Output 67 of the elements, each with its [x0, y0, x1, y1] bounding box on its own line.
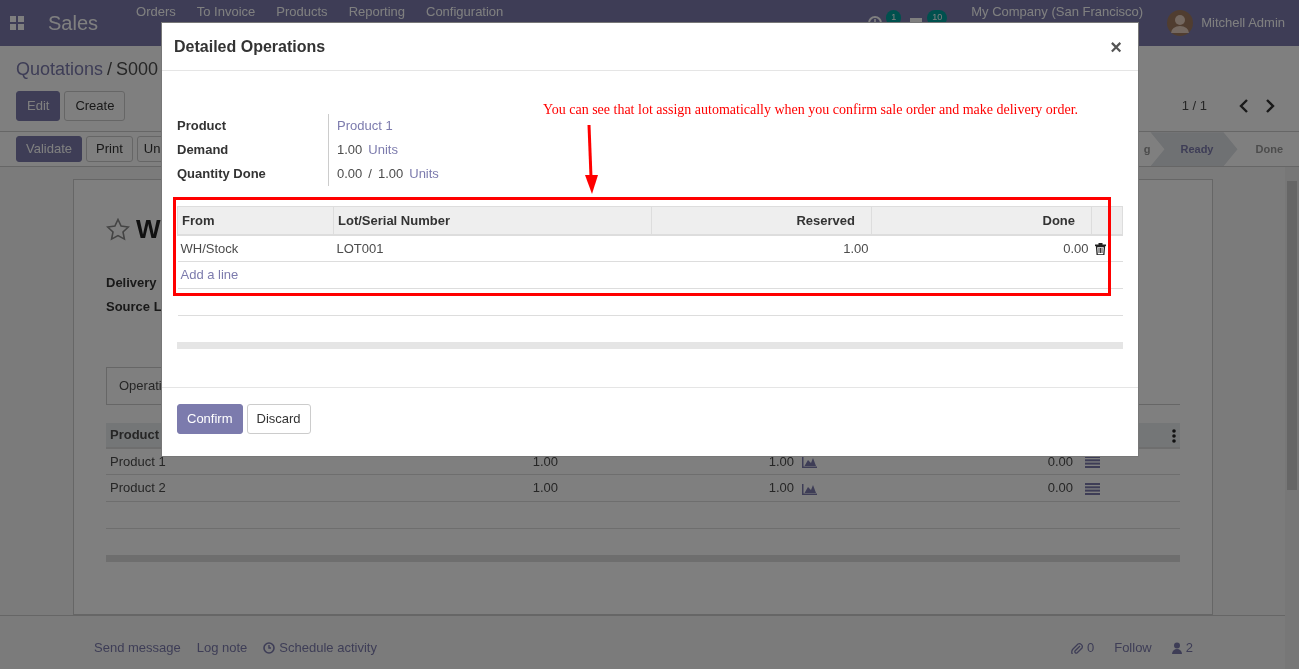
field-label: Product — [177, 117, 228, 135]
annotation-text: You can see that lot assign automatically when you confirm sale order and make delivery order. — [543, 101, 1079, 119]
table-cell: 1.00 — [406, 474, 562, 502]
area-chart-icon[interactable] — [802, 483, 817, 495]
close-button[interactable]: × — [1106, 31, 1126, 62]
clock-icon — [263, 641, 276, 654]
table-cell: LOT001 — [333, 234, 652, 262]
column-header: Lot/Serial Number — [333, 206, 652, 235]
discard-button[interactable]: Discard — [246, 404, 311, 435]
kebab-menu-icon[interactable] — [1172, 428, 1176, 443]
field-value: / — [368, 165, 372, 183]
column-header: Done — [871, 206, 1092, 235]
field-label: Delivery — [106, 274, 157, 293]
area-chart-icon[interactable] — [802, 456, 817, 469]
field-label: Source L — [106, 298, 162, 317]
company-switcher[interactable]: My Company (San Francisco) — [971, 4, 1144, 19]
menu-item[interactable]: Orders — [136, 4, 176, 19]
record-title: W — [136, 213, 161, 247]
person-icon[interactable] — [1171, 641, 1182, 654]
table-cell: 1.00 — [651, 234, 872, 262]
chevron-right-icon[interactable] — [1265, 99, 1275, 114]
action-button[interactable]: Print — [86, 136, 133, 163]
table-cell: WH/Stock — [177, 234, 334, 262]
star-icon[interactable] — [106, 217, 130, 242]
app-title: Sales — [48, 11, 99, 36]
breadcrumb-link[interactable]: Quotations — [16, 56, 104, 83]
menu-item[interactable]: Configuration — [426, 4, 504, 19]
paperclip-icon[interactable] — [1070, 641, 1083, 654]
send-message-link[interactable]: Send message — [94, 638, 181, 658]
user-menu[interactable]: Mitchell Admin — [1201, 13, 1285, 33]
menu-item[interactable]: Products — [276, 4, 328, 19]
table-cell: Product 2 — [106, 474, 406, 502]
breadcrumb-separator: / — [107, 58, 113, 81]
confirm-button[interactable]: Confirm — [177, 404, 243, 435]
column-header: Reserved — [651, 206, 872, 235]
field-link[interactable]: Units — [368, 138, 398, 162]
edit-button[interactable]: Edit — [16, 91, 61, 122]
dialog-title: Detailed Operations — [174, 36, 326, 57]
chevron-left-icon[interactable] — [1239, 99, 1249, 114]
column-header: From — [177, 206, 334, 235]
follow-button[interactable]: Follow — [1114, 638, 1152, 658]
avatar-icon[interactable] — [1167, 10, 1194, 36]
schedule-activity-link[interactable]: Schedule activity — [279, 638, 377, 658]
create-button[interactable]: Create — [64, 91, 126, 122]
field-value: 0.00 — [337, 165, 363, 183]
log-note-link[interactable]: Log note — [196, 638, 248, 658]
table-cell: 1.00 — [562, 474, 798, 502]
field-label: Quantity Done — [177, 165, 267, 183]
apps-menu-icon[interactable] — [10, 16, 24, 30]
follower-count: 2 — [1185, 639, 1193, 658]
trash-icon[interactable] — [1094, 243, 1106, 256]
pager-value: 1 / 1 — [1181, 97, 1207, 116]
table-cell: 0.00 — [871, 234, 1092, 262]
field-link[interactable]: Product 1 — [337, 114, 393, 138]
annotation-arrow — [585, 125, 599, 195]
action-button[interactable]: Validate — [16, 136, 82, 163]
field-link[interactable]: Units — [409, 162, 439, 186]
table-cell: 0.00 — [821, 474, 1077, 502]
field-value: 1.00 — [337, 141, 363, 159]
menu-item[interactable]: To Invoice — [196, 4, 256, 19]
menu-item[interactable]: Reporting — [348, 4, 405, 19]
breadcrumb-current: S000 — [116, 58, 159, 81]
field-value: 1.00 — [377, 165, 404, 183]
field-label: Demand — [177, 141, 230, 159]
list-icon[interactable] — [1085, 483, 1100, 495]
attachment-count: 0 — [1086, 639, 1095, 658]
add-line-link[interactable]: Add a line — [180, 267, 239, 283]
